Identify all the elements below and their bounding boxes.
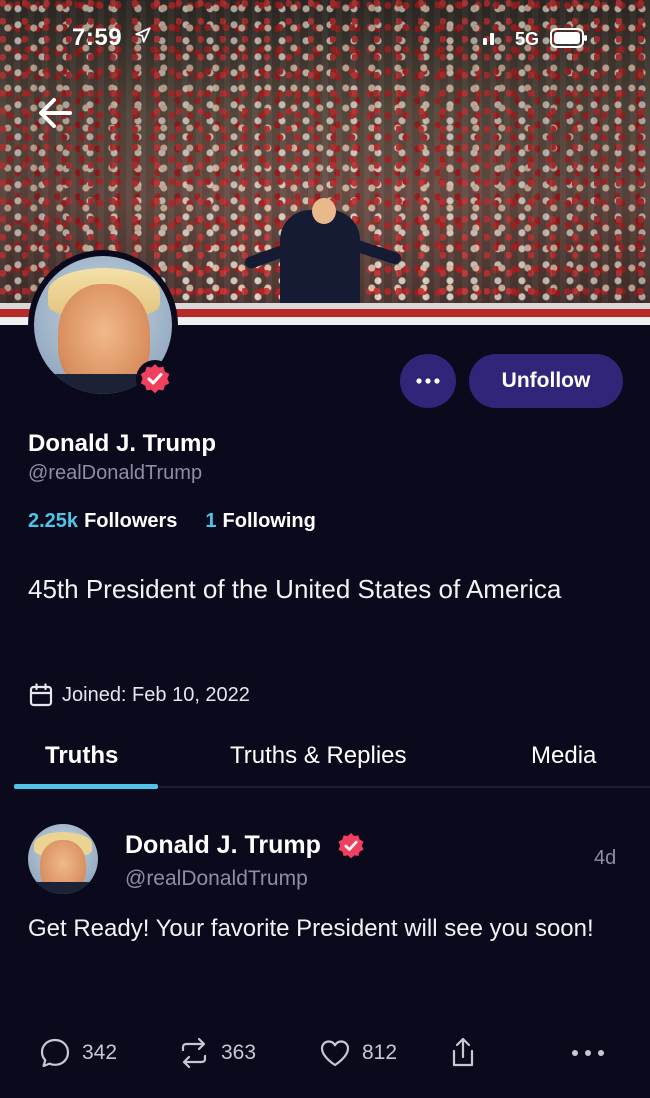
joined-date: Joined: Feb 10, 2022 <box>28 682 250 708</box>
active-tab-indicator <box>14 784 158 789</box>
verified-badge <box>136 360 174 398</box>
followers-count: 2.25k <box>28 510 79 532</box>
following-link[interactable]: 1 Following <box>205 510 315 533</box>
network-type: 5G <box>515 29 540 49</box>
post-timestamp: 4d <box>594 847 617 869</box>
battery-icon <box>550 28 587 48</box>
tab-media[interactable]: Media <box>531 742 596 770</box>
post-author-name[interactable]: Donald J. Trump <box>125 831 321 860</box>
profile-stats: 2.25k Followers 1 Following <box>28 510 316 533</box>
profile-bio: 45th President of the United States of A… <box>28 574 562 604</box>
profile-handle: @realDonaldTrump <box>28 462 203 484</box>
status-time: 7:59 <box>72 24 123 51</box>
calendar-icon <box>29 683 53 707</box>
tab-truths-and-replies[interactable]: Truths & Replies <box>230 742 407 770</box>
more-horizontal-icon <box>572 1050 604 1056</box>
signal-icon <box>483 33 494 45</box>
post-avatar-suit <box>28 882 98 894</box>
reply-button[interactable]: 342 <box>38 1036 117 1070</box>
share-button[interactable] <box>446 1036 480 1070</box>
post-actions-bar: 342 363 812 <box>0 1036 650 1080</box>
joined-label: Joined: Feb 10, 2022 <box>62 683 250 706</box>
post-author-avatar[interactable] <box>28 824 98 894</box>
heart-icon <box>320 1040 350 1067</box>
speaker-head <box>312 198 336 224</box>
more-options-button[interactable] <box>400 354 456 408</box>
comment-icon <box>40 1038 70 1068</box>
following-label: Following <box>222 510 316 532</box>
like-button[interactable]: 812 <box>318 1036 397 1070</box>
verified-badge-icon <box>140 364 170 394</box>
profile-display-name: Donald J. Trump <box>28 430 217 457</box>
verified-badge-icon <box>338 832 364 859</box>
followers-link[interactable]: 2.25k Followers <box>28 510 177 533</box>
retruth-count: 363 <box>221 1041 257 1064</box>
tab-truths[interactable]: Truths <box>45 742 118 770</box>
like-count: 812 <box>362 1041 398 1064</box>
reply-count: 342 <box>82 1041 118 1064</box>
arrow-left-icon[interactable] <box>36 96 74 130</box>
more-horizontal-icon <box>416 378 440 384</box>
profile-tabs: Truths Truths & Replies Media <box>0 742 650 790</box>
post-author-handle: @realDonaldTrump <box>125 867 308 890</box>
followers-label: Followers <box>84 510 178 532</box>
post-more-button[interactable] <box>570 1036 606 1070</box>
following-count: 1 <box>205 510 217 532</box>
share-icon <box>452 1037 474 1067</box>
location-arrow-icon <box>135 27 151 43</box>
post-text: Get Ready! Your favorite President will … <box>28 915 594 942</box>
repost-icon <box>181 1037 207 1069</box>
unfollow-button[interactable]: Unfollow <box>469 354 623 408</box>
retruth-button[interactable]: 363 <box>177 1036 256 1070</box>
